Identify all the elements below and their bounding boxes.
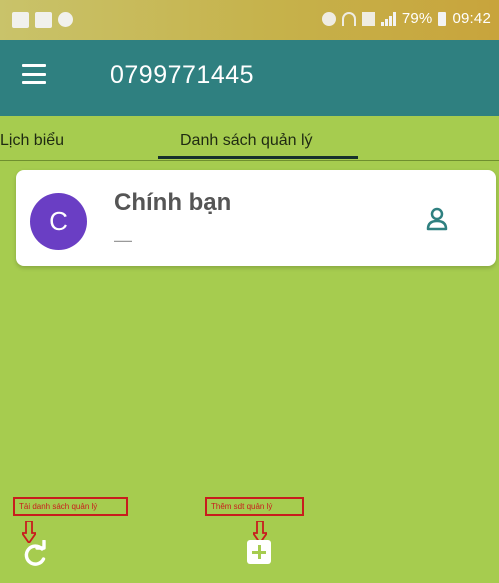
gallery-icon xyxy=(12,12,29,28)
person-icon[interactable] xyxy=(426,207,448,231)
wifi-icon xyxy=(341,11,356,26)
contact-subtitle: — xyxy=(114,230,132,250)
sync-icon xyxy=(58,12,73,27)
tab-divider xyxy=(0,160,499,161)
tab-bar: Lịch biểu Danh sách quản lý xyxy=(0,116,499,162)
alarm-icon xyxy=(321,11,336,26)
battery-icon xyxy=(438,11,447,26)
clock: 09:42 xyxy=(452,10,491,27)
tab-management-list[interactable]: Danh sách quản lý xyxy=(180,132,313,150)
app-screen: 79% 09:42 0799771445 Lịch biểu Danh sách… xyxy=(0,0,499,583)
battery-percent: 79% xyxy=(401,10,433,27)
contact-name: Chính bạn xyxy=(114,189,232,216)
plus-icon[interactable] xyxy=(247,540,271,564)
tab-indicator xyxy=(158,156,358,159)
reload-callout: Tải danh sách quản lý xyxy=(13,497,128,516)
page-title: 0799771445 xyxy=(110,61,255,89)
add-callout: Thêm sdt quản lý xyxy=(205,497,304,516)
avatar: C xyxy=(30,193,87,250)
hamburger-menu-icon[interactable] xyxy=(22,64,46,84)
system-icons: 79% 09:42 xyxy=(321,10,491,27)
contact-card[interactable]: C Chính bạn — xyxy=(16,170,496,266)
tab-schedule[interactable]: Lịch biểu xyxy=(0,132,64,150)
app-bar: 0799771445 xyxy=(0,40,499,116)
status-bar: 79% 09:42 xyxy=(0,0,499,40)
signal-icon xyxy=(380,11,396,26)
chat-icon xyxy=(35,12,52,28)
notification-icons xyxy=(12,12,73,28)
refresh-icon[interactable] xyxy=(20,540,50,570)
data-icon xyxy=(361,11,375,26)
